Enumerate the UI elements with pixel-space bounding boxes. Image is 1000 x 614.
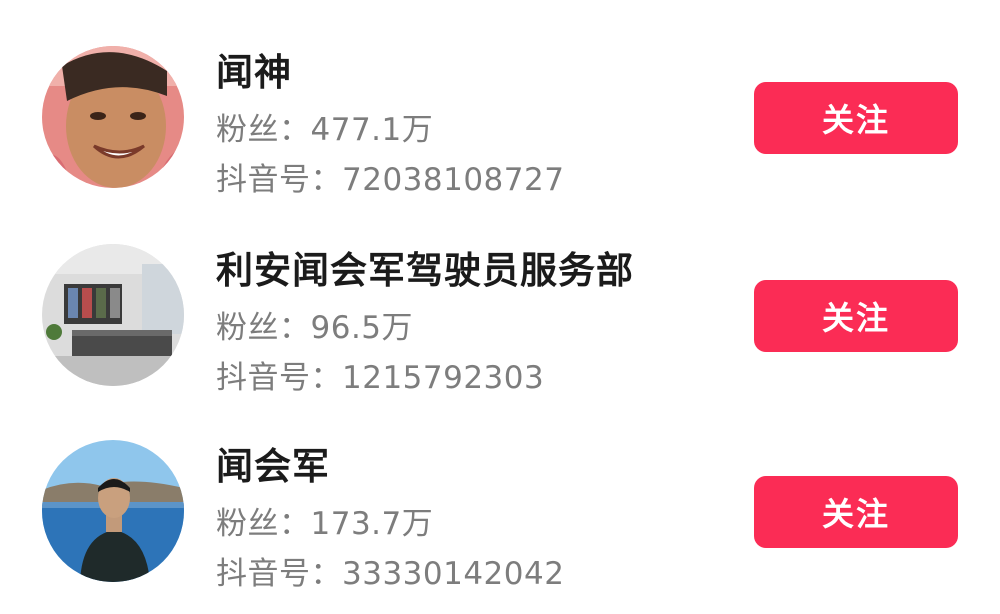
follow-button[interactable]: 关注 — [754, 82, 958, 154]
avatar-woman-smiling-icon — [42, 46, 184, 188]
douyin-label: 抖音号： — [216, 360, 342, 396]
fans-count: 粉丝：173.7万 — [216, 498, 433, 543]
avatar-man-by-lake-icon — [42, 440, 184, 582]
account-row[interactable]: 闻神 粉丝：477.1万 抖音号：72038108727 关注 — [0, 30, 1000, 220]
account-row[interactable]: 利安闻会军驾驶员服务部 粉丝：96.5万 抖音号：1215792303 关注 — [0, 228, 1000, 418]
fans-count: 粉丝：477.1万 — [216, 104, 433, 149]
fans-count: 粉丝：96.5万 — [216, 302, 413, 347]
douyin-id: 抖音号：1215792303 — [216, 352, 544, 397]
avatar[interactable] — [42, 46, 184, 188]
douyin-value: 33330142042 — [342, 556, 565, 592]
account-name[interactable]: 利安闻会军驾驶员服务部 — [216, 240, 634, 294]
fans-label: 粉丝： — [216, 112, 311, 148]
avatar[interactable] — [42, 440, 184, 582]
avatar-office-interior-icon — [42, 244, 184, 386]
account-name[interactable]: 闻会军 — [216, 436, 330, 490]
douyin-id: 抖音号：33330142042 — [216, 548, 564, 593]
douyin-id: 抖音号：72038108727 — [216, 154, 564, 199]
douyin-label: 抖音号： — [216, 162, 342, 198]
fans-label: 粉丝： — [216, 310, 311, 346]
fans-value: 477.1万 — [310, 112, 434, 148]
account-name[interactable]: 闻神 — [216, 42, 292, 96]
douyin-value: 1215792303 — [342, 360, 545, 396]
fans-value: 96.5万 — [310, 310, 414, 346]
account-row[interactable]: 闻会军 粉丝：173.7万 抖音号：33330142042 关注 — [0, 424, 1000, 614]
douyin-value: 72038108727 — [342, 162, 565, 198]
avatar[interactable] — [42, 244, 184, 386]
douyin-label: 抖音号： — [216, 556, 342, 592]
fans-label: 粉丝： — [216, 506, 311, 542]
follow-button[interactable]: 关注 — [754, 280, 958, 352]
account-list: 闻神 粉丝：477.1万 抖音号：72038108727 关注 利安闻会军驾驶员… — [0, 0, 1000, 592]
fans-value: 173.7万 — [310, 506, 434, 542]
follow-button[interactable]: 关注 — [754, 476, 958, 548]
